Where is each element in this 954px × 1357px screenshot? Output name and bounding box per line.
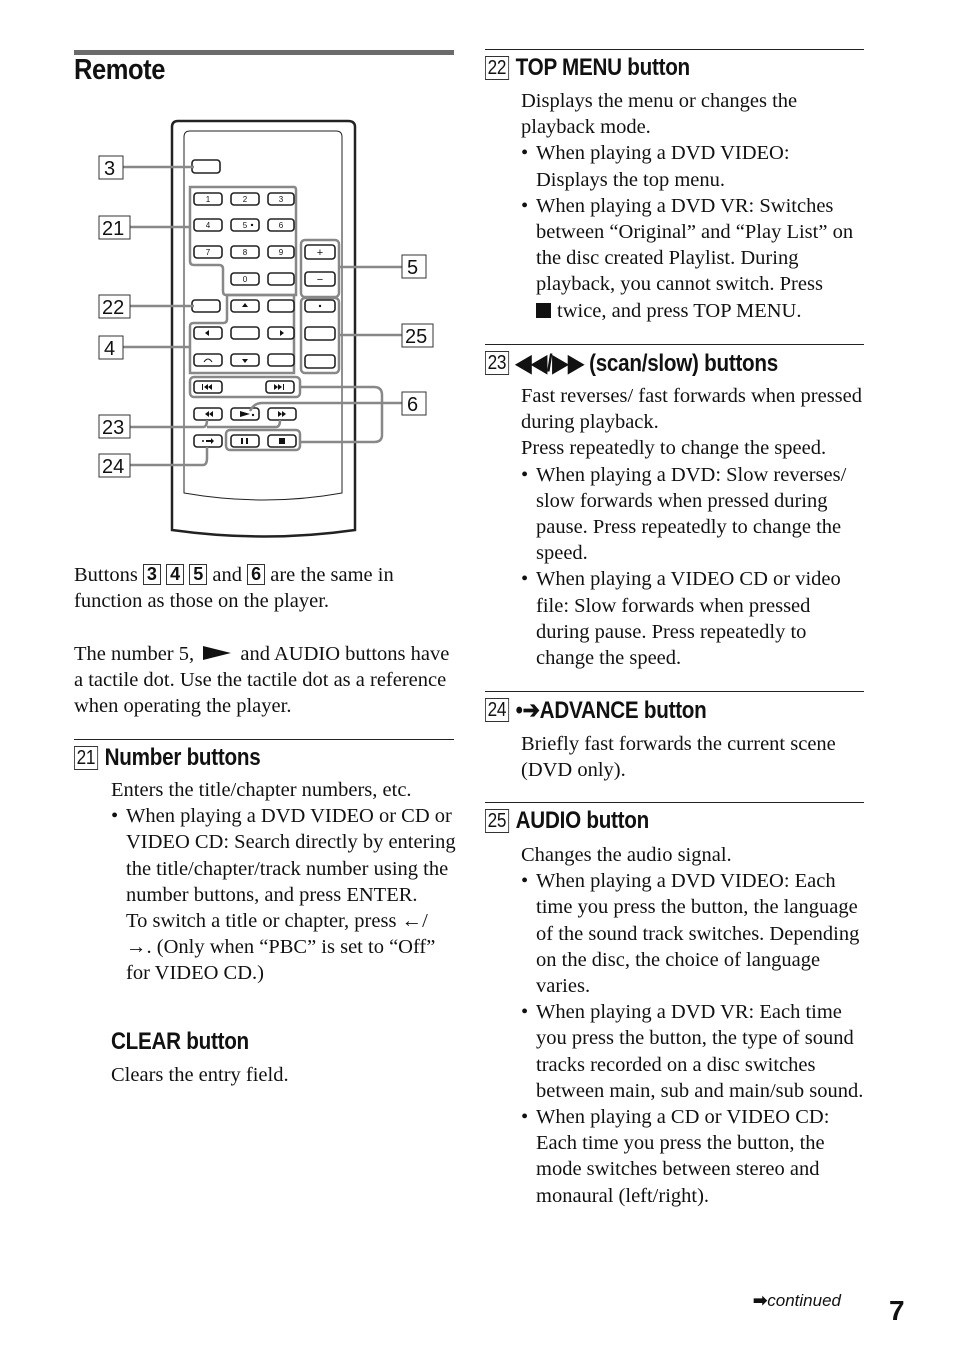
remote-btn-top-menu: [191, 299, 221, 313]
section-number: 23: [485, 351, 509, 375]
section-24-heading: 24 •➔ADVANCE button: [485, 696, 707, 725]
clear-button-text: Clears the entry field.: [111, 1064, 289, 1086]
key-9: 9: [279, 248, 284, 257]
list-item: When playing a DVD VIDEO: Each time you …: [521, 868, 866, 999]
section-22-heading: 22 TOP MENU button: [485, 54, 690, 82]
ref-box-5: 5: [189, 564, 208, 585]
section-rule: [485, 344, 864, 345]
section-25-body: Changes the audio signal. When playing a…: [521, 842, 866, 1209]
section-24-body: Briefly fast forwards the current scene …: [521, 733, 836, 782]
key-volume-up: +: [317, 247, 323, 259]
section-rule: [74, 739, 454, 740]
callout-label: 6: [407, 394, 418, 416]
rewind-forward-icon: ◀◀/▶▶: [515, 350, 590, 377]
section-number: 25: [485, 809, 509, 833]
play-icon: [203, 646, 232, 660]
left-arrow-icon: ←: [401, 910, 423, 933]
list-item: When playing a DVD VIDEO or CD or VIDEO …: [111, 803, 456, 986]
section-21-body: Enters the title/chapter numbers, etc. W…: [111, 777, 456, 987]
callout-label: 3: [104, 158, 115, 180]
key-6: 6: [279, 221, 284, 230]
list-item: When playing a DVD: Slow reverses/ slow …: [521, 462, 866, 567]
callout-6: 6: [401, 391, 427, 416]
remote-diagram: 123 456 789 0 + − 3 21 22 4 23 24 5 25 6: [98, 119, 434, 538]
clear-button-heading: CLEAR button: [111, 1028, 249, 1055]
callout-label: 5: [407, 257, 418, 279]
key-7: 7: [206, 248, 211, 257]
intro-paragraph-1: Buttons 3 4 5 and 6 are the same in func…: [74, 564, 394, 613]
list-item: When playing a DVD VR: Switches between …: [521, 193, 866, 324]
callout-22: 22: [98, 294, 131, 319]
key-5: 5: [243, 221, 248, 230]
list-item: When playing a VIDEO CD or video file: S…: [521, 566, 866, 671]
section-rule: [485, 49, 864, 50]
section-22-body: Displays the menu or changes the playbac…: [521, 88, 866, 324]
callout-5: 5: [401, 254, 427, 279]
section-21-heading: 21 Number buttons: [74, 744, 261, 772]
callout-4: 4: [98, 335, 124, 360]
section-23-body: Fast reverses/ fast forwards when presse…: [521, 383, 866, 671]
list-item: When playing a DVD VR: Each time you pre…: [521, 999, 866, 1104]
callout-label: 22: [102, 297, 124, 319]
callout-25: 25: [401, 323, 434, 348]
list-item: When playing a CD or VIDEO CD: Each time…: [521, 1104, 866, 1209]
callout-21: 21: [98, 215, 131, 240]
callout-label: 25: [405, 326, 427, 348]
key-3: 3: [279, 195, 284, 204]
ref-box-4: 4: [166, 564, 185, 585]
ref-box-3: 3: [142, 564, 161, 585]
stop-icon: [279, 438, 285, 444]
callout-24: 24: [98, 453, 131, 478]
callout-label: 24: [102, 456, 124, 478]
callout-label: 21: [102, 218, 124, 240]
intro-paragraph-2: The number 5, and AUDIO buttons have a t…: [74, 643, 450, 718]
arrow-right-icon: ➡: [753, 1291, 768, 1310]
list-item: When playing a DVD VIDEO: Displays the t…: [521, 140, 866, 192]
stop-icon: [536, 302, 551, 318]
page-number: 7: [889, 1295, 905, 1326]
key-1: 1: [206, 195, 211, 204]
key-4: 4: [206, 221, 211, 230]
section-number: 22: [485, 56, 509, 80]
section-number: 24: [485, 698, 509, 722]
continued-label: ➡continued: [753, 1291, 841, 1310]
advance-icon: •➔: [515, 697, 540, 724]
page-title: Remote: [74, 54, 165, 86]
key-volume-down: −: [317, 274, 323, 286]
right-arrow-icon: →: [126, 936, 147, 959]
callout-label: 23: [102, 417, 124, 439]
key-2: 2: [243, 195, 248, 204]
section-23-heading: 23 ◀◀/▶▶ (scan/slow) buttons: [485, 349, 778, 378]
remote-btn-3: [191, 159, 221, 174]
section-25-heading: 25 AUDIO button: [485, 807, 649, 835]
callout-23: 23: [98, 414, 131, 439]
pause-icon: [241, 438, 243, 444]
section-rule: [485, 691, 864, 692]
ref-box-6: 6: [247, 564, 266, 585]
section-number: 21: [74, 746, 98, 770]
section-rule: [485, 802, 864, 803]
callout-label: 4: [104, 338, 115, 360]
key-8: 8: [243, 248, 248, 257]
key-0: 0: [243, 275, 248, 284]
callout-3: 3: [98, 155, 124, 180]
